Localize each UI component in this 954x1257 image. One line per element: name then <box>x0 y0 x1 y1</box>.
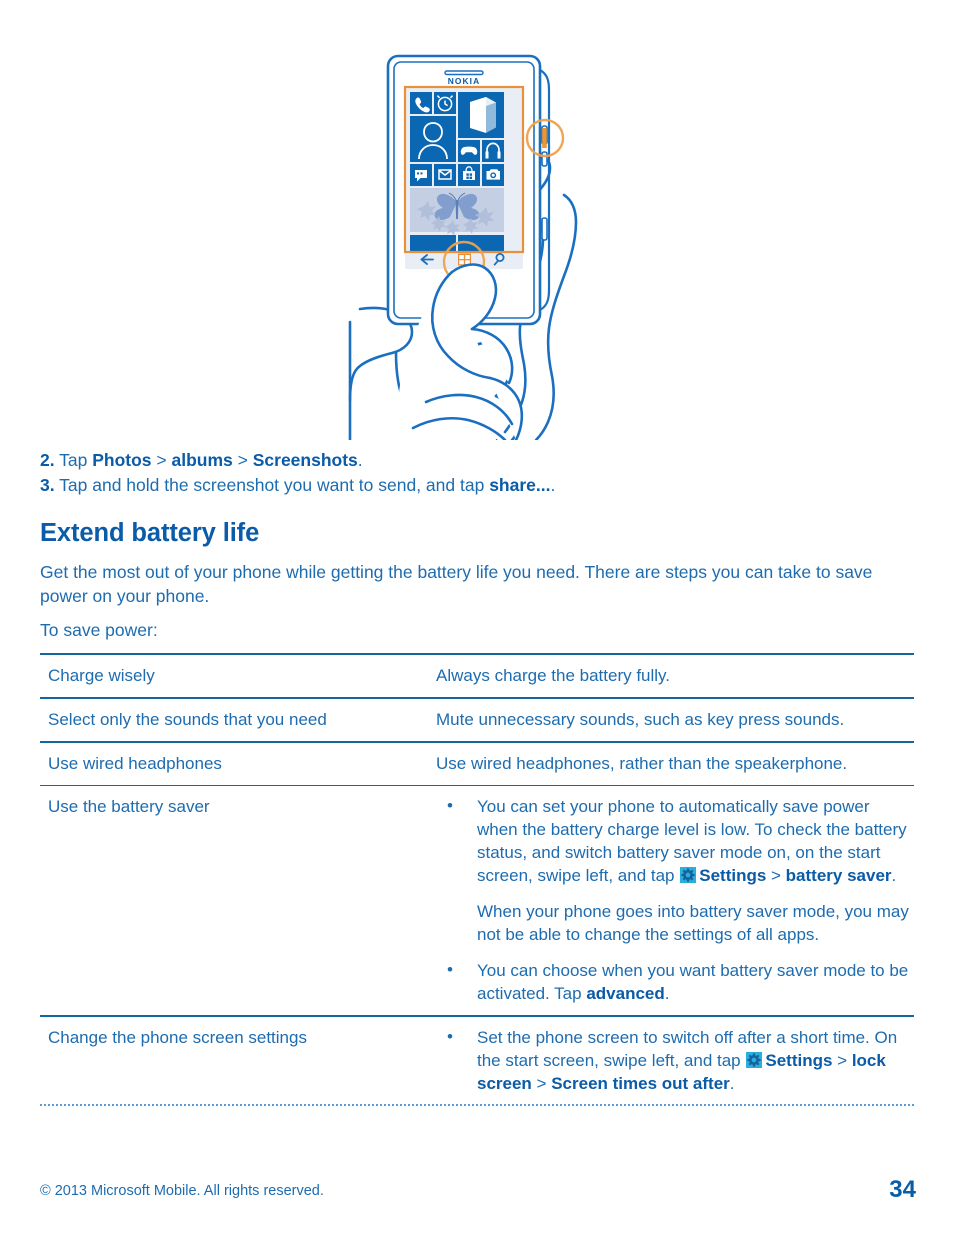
step-2-number: 2. <box>40 450 55 470</box>
step-2-text: Tap Photos > albums > Screenshots. <box>54 450 363 470</box>
table-row: Use the battery saver You can set your p… <box>40 785 914 1017</box>
bullet-paragraph: Set the phone screen to switch off after… <box>477 1026 914 1095</box>
bullet-text: You can choose when you want battery sav… <box>477 961 909 1003</box>
bullet-paragraph: You can choose when you want battery sav… <box>477 959 914 1005</box>
bullet-paragraph: You can set your phone to automatically … <box>477 795 914 887</box>
numbered-steps: 2. Tap Photos > albums > Screenshots. 3.… <box>40 448 920 498</box>
bold-battery-saver: battery saver <box>785 866 892 885</box>
footer-page-number: 34 <box>889 1176 916 1203</box>
settings-gear-icon <box>680 867 697 883</box>
separator: > <box>832 1051 852 1070</box>
nokia-wordmark: NOKIA <box>448 76 481 86</box>
save-power-table: Charge wisely Always charge the battery … <box>40 653 914 1105</box>
bold-photos: Photos <box>92 450 152 470</box>
settings-gear-icon <box>746 1052 763 1068</box>
row-body: Mute unnecessary sounds, such as key pre… <box>436 710 845 729</box>
side-power-key-fill <box>542 128 547 148</box>
bold-share: share... <box>489 475 551 495</box>
table-row: Select only the sounds that you need Mut… <box>40 698 914 742</box>
row-label: Use wired headphones <box>48 754 222 773</box>
period: . <box>729 1074 735 1093</box>
bullet-list: You can set your phone to automatically … <box>436 794 914 1005</box>
list-item: You can set your phone to automatically … <box>436 794 914 946</box>
bold-settings: Settings <box>699 866 767 885</box>
step-3-number: 3. <box>40 475 55 495</box>
row-label: Use the battery saver <box>48 797 210 816</box>
row-label: Select only the sounds that you need <box>48 710 327 729</box>
row-body: You can set your phone to automatically … <box>436 786 914 1017</box>
bold-settings: Settings <box>765 1051 833 1070</box>
step-3: 3. Tap and hold the screenshot you want … <box>40 473 920 498</box>
bullet-paragraph: When your phone goes into battery saver … <box>477 902 909 944</box>
step-3-text: Tap and hold the screenshot you want to … <box>54 475 556 495</box>
period: . <box>664 984 670 1003</box>
period: . <box>891 866 897 885</box>
table-row: Change the phone screen settings Set the… <box>40 1016 914 1105</box>
table-bottom-divider <box>40 1104 914 1106</box>
separator: > <box>531 1074 552 1093</box>
bold-screenshots: Screenshots <box>252 450 358 470</box>
table-row: Use wired headphones Use wired headphone… <box>40 742 914 786</box>
bullet-list: Set the phone screen to switch off after… <box>436 1025 914 1095</box>
table-row: Charge wisely Always charge the battery … <box>40 654 914 698</box>
row-body: Set the phone screen to switch off after… <box>436 1016 914 1105</box>
footer-copyright: © 2013 Microsoft Mobile. All rights rese… <box>40 1183 324 1199</box>
row-label: Change the phone screen settings <box>48 1028 307 1047</box>
bold-advanced: advanced <box>586 984 665 1003</box>
list-item: You can choose when you want battery sav… <box>436 958 914 1005</box>
section-intro: Get the most out of your phone while get… <box>40 562 873 606</box>
office-icon <box>470 97 496 133</box>
separator: > <box>766 866 786 885</box>
phone-screenshot-illustration: NOKIA <box>300 40 660 440</box>
section-lead: To save power: <box>40 620 158 640</box>
step-2: 2. Tap Photos > albums > Screenshots. <box>40 448 920 473</box>
row-label: Charge wisely <box>48 666 155 685</box>
bold-screen-times-out-after: Screen times out after <box>551 1074 730 1093</box>
document-page: NOKIA 2. Tap Photos > albums > Screensho… <box>0 0 954 1257</box>
list-item: Set the phone screen to switch off after… <box>436 1025 914 1095</box>
page-title: Extend battery life <box>40 519 260 547</box>
bold-albums: albums <box>171 450 233 470</box>
row-body: Use wired headphones, rather than the sp… <box>436 754 848 773</box>
row-body: Always charge the battery fully. <box>436 666 671 685</box>
